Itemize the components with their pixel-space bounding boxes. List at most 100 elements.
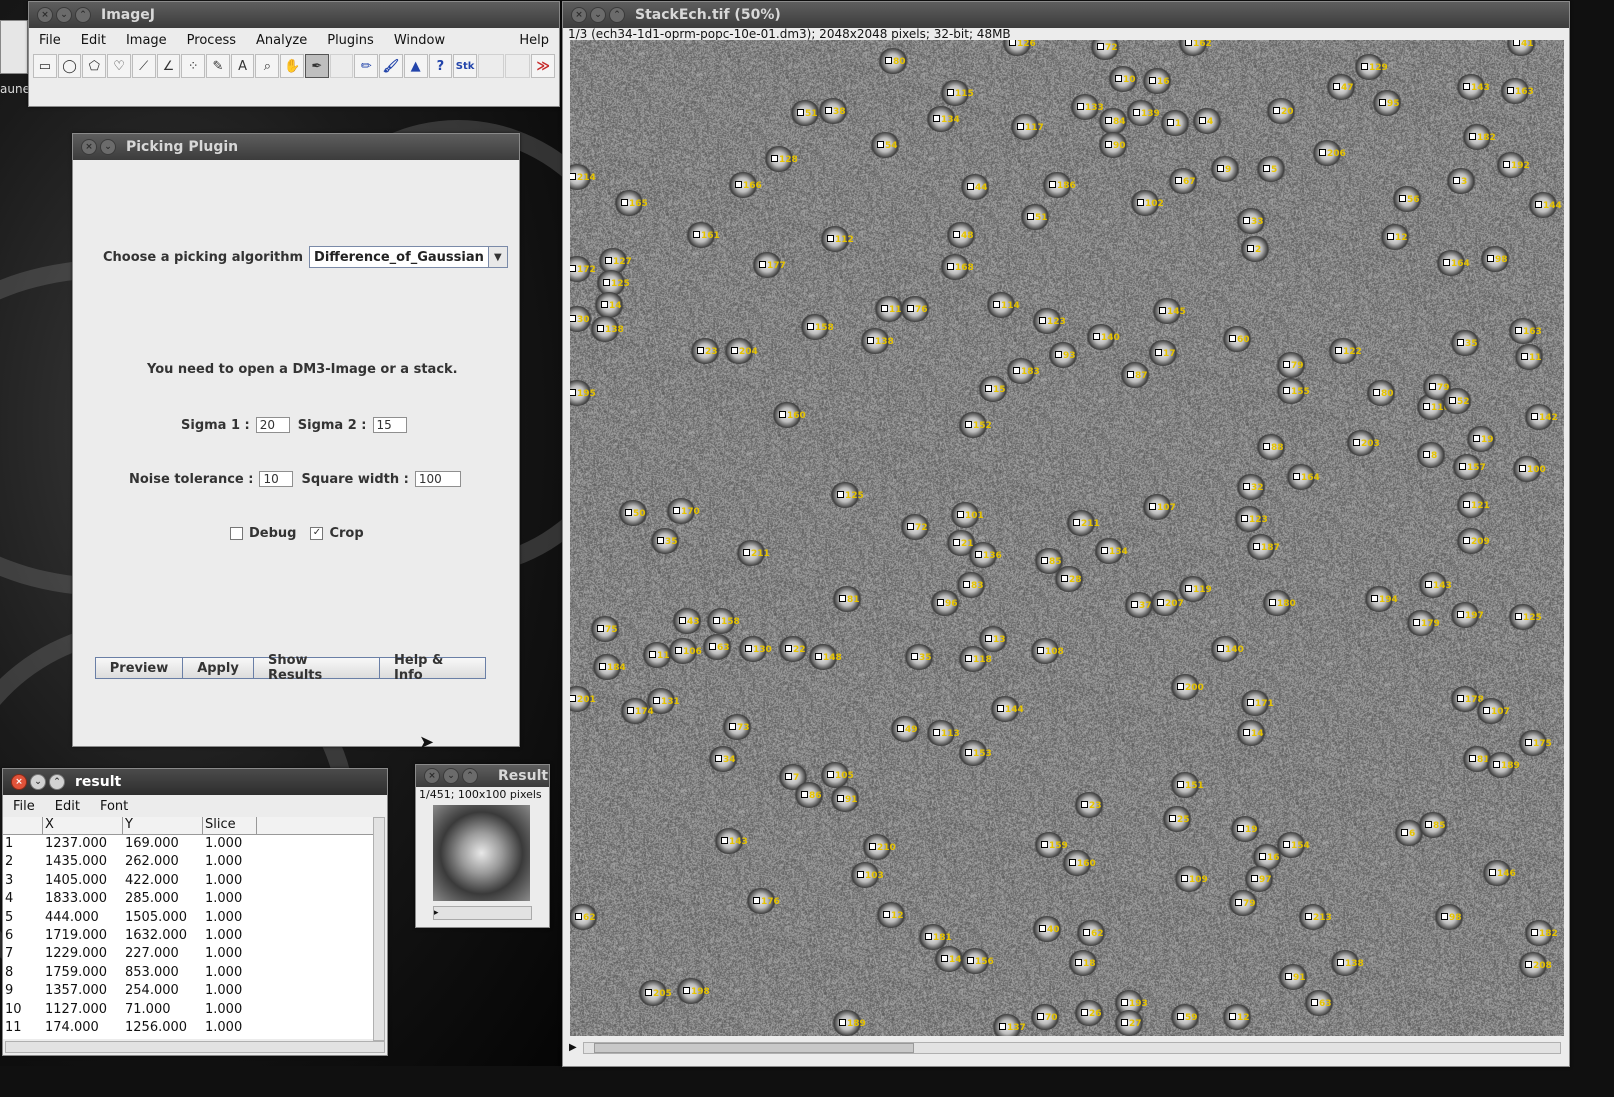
stack-slice-scrollbar[interactable]: [583, 1042, 1561, 1054]
line-tool-icon[interactable]: ⟋: [131, 54, 156, 78]
hand-tool-icon[interactable]: ✋: [280, 54, 304, 78]
freehand-tool-icon[interactable]: ♡: [107, 54, 131, 78]
wand-tool-icon[interactable]: ✎: [206, 54, 230, 78]
result-menu-font[interactable]: Font: [90, 799, 138, 814]
table-cell: 4: [5, 891, 14, 907]
sigma1-field[interactable]: [255, 417, 290, 433]
table-row[interactable]: 9 1357.000 254.000 1.000: [3, 982, 375, 1000]
marker-square-icon: [1283, 361, 1290, 368]
table-cell: 1.000: [205, 946, 243, 962]
show-results-button[interactable]: Show Results: [253, 653, 380, 683]
table-row[interactable]: 7 1229.000 227.000 1.000: [3, 945, 375, 963]
particle-label: 138: [875, 337, 894, 347]
minimize-icon[interactable]: ⌄: [100, 139, 116, 155]
marker-square-icon: [1093, 333, 1100, 340]
table-row[interactable]: 1 1237.000 169.000 1.000: [3, 835, 375, 853]
more-tools-icon[interactable]: ≫: [531, 54, 556, 78]
angle-tool-icon[interactable]: ∠: [156, 54, 181, 78]
close-icon[interactable]: ×: [11, 774, 27, 790]
preview-button[interactable]: Preview: [95, 657, 183, 679]
stack-tool-icon[interactable]: Stk: [453, 54, 477, 78]
table-row[interactable]: 8 1759.000 853.000 1.000: [3, 964, 375, 982]
marker-square-icon: [963, 581, 970, 588]
desktop-icon[interactable]: [0, 20, 28, 74]
imagej-titlebar[interactable]: × ⌄ ⌃ ImageJ: [29, 2, 559, 28]
noise-tolerance-field[interactable]: [259, 471, 294, 487]
apply-button[interactable]: Apply: [182, 657, 254, 679]
column-header-slice[interactable]: Slice: [203, 817, 257, 834]
horizontal-scrollbar[interactable]: [5, 1041, 385, 1053]
column-header-y[interactable]: Y: [123, 817, 203, 834]
magnifier-tool-icon[interactable]: ⌕: [255, 54, 280, 78]
minimize-icon[interactable]: ⌄: [443, 768, 459, 784]
close-icon[interactable]: ×: [37, 7, 53, 23]
chevron-down-icon[interactable]: ▼: [487, 247, 507, 267]
particle-label: 84: [1113, 117, 1126, 127]
micrograph-canvas[interactable]: 51 38 80 115 134 117 133 84 139 10 16 1 4 90 20 47 129 95…: [570, 40, 1564, 1036]
crop-checkbox[interactable]: ✓: [310, 527, 324, 540]
result-stack-titlebar[interactable]: × ⌄ ⌃ Result: [416, 765, 549, 787]
column-header-index[interactable]: [3, 817, 43, 834]
menu-edit[interactable]: Edit: [71, 33, 116, 48]
table-row[interactable]: 4 1833.000 285.000 1.000: [3, 890, 375, 908]
play-icon[interactable]: ▶: [569, 1042, 577, 1053]
maximize-icon[interactable]: ⌃: [49, 774, 65, 790]
stack-titlebar[interactable]: × ⌄ ⌃ StackEch.tif (50%): [563, 2, 1569, 28]
polygon-tool-icon[interactable]: ⬠: [82, 54, 107, 78]
particle-label: 127: [613, 257, 632, 267]
picking-plugin-titlebar[interactable]: × ⌄ Picking Plugin: [73, 134, 519, 160]
table-row[interactable]: 2 1435.000 262.000 1.000: [3, 853, 375, 871]
table-row[interactable]: 5 444.000 1505.000 1.000: [3, 909, 375, 927]
table-row[interactable]: 6 1719.000 1632.000 1.000: [3, 927, 375, 945]
fill-tool-icon[interactable]: ▲: [403, 54, 428, 78]
particle-label: 12: [891, 911, 904, 921]
particle-label: 85: [1433, 821, 1446, 831]
square-width-field[interactable]: [414, 471, 461, 487]
menu-analyze[interactable]: Analyze: [246, 33, 317, 48]
sigma2-field[interactable]: [372, 417, 407, 433]
table-row[interactable]: 3 1405.000 422.000 1.000: [3, 872, 375, 890]
pencil-tool-icon[interactable]: ✏: [354, 54, 379, 78]
text-tool-icon[interactable]: A: [230, 54, 255, 78]
help-info-button[interactable]: Help & Info: [379, 653, 486, 683]
marker-square-icon: [1041, 557, 1048, 564]
menu-image[interactable]: Image: [116, 33, 177, 48]
table-row[interactable]: 10 1127.000 71.000 1.000: [3, 1001, 375, 1019]
particle-label: 14: [609, 301, 622, 311]
maximize-icon[interactable]: ⌃: [462, 768, 478, 784]
menu-plugins[interactable]: Plugins: [317, 33, 384, 48]
minimize-icon[interactable]: ⌄: [56, 7, 72, 23]
minimize-icon[interactable]: ⌄: [30, 774, 46, 790]
algorithm-select[interactable]: Difference_of_Gaussian ▼: [309, 246, 508, 268]
rectangle-tool-icon[interactable]: ▭: [33, 54, 57, 78]
result-table-titlebar[interactable]: × ⌄ ⌃ result: [3, 769, 387, 795]
close-icon[interactable]: ×: [424, 768, 440, 784]
particle-label: 9: [1225, 165, 1232, 175]
maximize-icon[interactable]: ⌃: [609, 7, 625, 23]
column-header-x[interactable]: X: [43, 817, 123, 834]
point-tool-icon[interactable]: ⁘: [181, 54, 206, 78]
vertical-scrollbar[interactable]: [373, 817, 385, 1041]
table-row[interactable]: 11 174.000 1256.000 1.000: [3, 1019, 375, 1037]
debug-checkbox[interactable]: [230, 527, 243, 540]
menu-help[interactable]: Help: [509, 33, 559, 48]
slice-scrollbar[interactable]: ▸: [433, 906, 532, 920]
help-tool-icon[interactable]: ?: [428, 54, 453, 78]
minimize-icon[interactable]: ⌄: [590, 7, 606, 23]
particle-label: 144: [1543, 201, 1562, 211]
menu-process[interactable]: Process: [177, 33, 246, 48]
menu-file[interactable]: File: [29, 33, 71, 48]
table-cell: 1.000: [205, 983, 243, 999]
result-menu-edit[interactable]: Edit: [45, 799, 90, 814]
result-menu-file[interactable]: File: [3, 799, 45, 814]
maximize-icon[interactable]: ⌃: [75, 7, 91, 23]
scrollbar-thumb[interactable]: [594, 1043, 914, 1053]
menu-window[interactable]: Window: [384, 33, 455, 48]
brush-tool-icon[interactable]: 🖌: [379, 54, 403, 78]
particle-label: 12: [1395, 233, 1408, 243]
oval-tool-icon[interactable]: ◯: [57, 54, 82, 78]
dropper-tool-icon[interactable]: ✒: [304, 54, 329, 78]
close-icon[interactable]: ×: [571, 7, 587, 23]
close-icon[interactable]: ×: [81, 139, 97, 155]
table-cell: 1.000: [205, 836, 243, 851]
